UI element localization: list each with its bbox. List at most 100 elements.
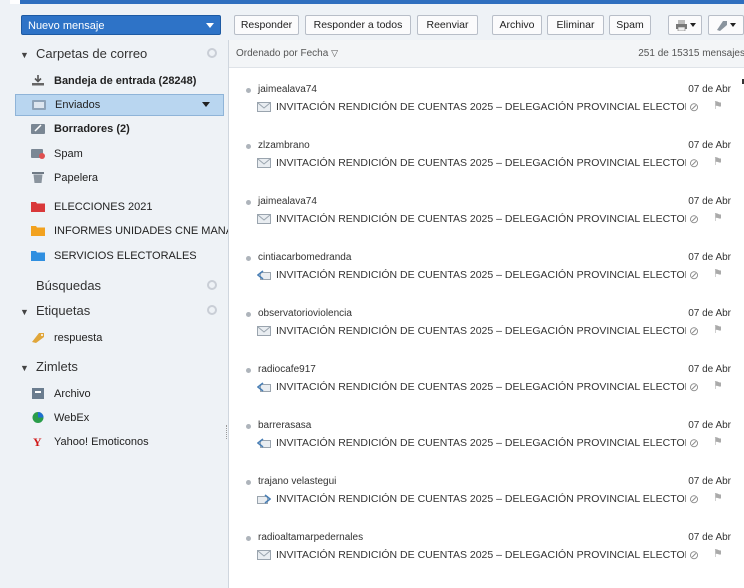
chevron-down-icon[interactable]: [202, 102, 210, 107]
collapse-triangle-icon[interactable]: ▼: [20, 307, 30, 317]
message-list: Ordenado por Fecha ▽ 251 de 15315 mensaj…: [228, 40, 744, 588]
tag-label: respuesta: [54, 332, 103, 344]
drafts-icon: [31, 124, 45, 134]
archive-button[interactable]: Archivo: [492, 15, 542, 35]
forwarded-mail-icon: [257, 494, 271, 504]
unread-dot-icon[interactable]: [246, 144, 251, 149]
spam-icon: [31, 149, 45, 159]
unread-dot-icon[interactable]: [246, 256, 251, 261]
gear-icon[interactable]: [207, 280, 217, 290]
flag-icon[interactable]: ⚑: [713, 491, 723, 504]
message-sender: radioaltamarpedernales: [258, 532, 364, 543]
message-subject: INVITACIÓN RENDICIÓN DE CUENTAS 2025 – D…: [276, 213, 686, 225]
folder-sent[interactable]: Enviados: [15, 94, 224, 116]
replied-mail-icon: [257, 438, 271, 448]
unread-dot-icon[interactable]: [246, 424, 251, 429]
folder-inbox[interactable]: Bandeja de entrada (28248): [15, 70, 224, 92]
message-subject: INVITACIÓN RENDICIÓN DE CUENTAS 2025 – D…: [276, 437, 686, 449]
folder-label: ELECCIONES 2021: [54, 201, 153, 213]
flag-icon[interactable]: ⚑: [713, 267, 723, 280]
zimlets-header[interactable]: ▼ Zimlets: [20, 359, 78, 374]
folder-trash[interactable]: Papelera: [15, 167, 224, 189]
sent-folder-icon: [32, 100, 46, 110]
folder-elecciones-2021[interactable]: ELECCIONES 2021: [15, 196, 224, 218]
message-row[interactable]: trajano velastegui 07 de Abr INVITACIÓN …: [229, 470, 744, 526]
message-row[interactable]: cintiacarbomedranda 07 de Abr INVITACIÓN…: [229, 246, 744, 302]
flag-icon[interactable]: ⚑: [713, 547, 723, 560]
reply-button[interactable]: Responder: [234, 15, 299, 35]
delete-button[interactable]: Eliminar: [547, 15, 604, 35]
message-sender: trajano velastegui: [258, 476, 337, 487]
message-row[interactable]: barrerasasa 07 de Abr INVITACIÓN RENDICI…: [229, 414, 744, 470]
tag-respuesta[interactable]: respuesta: [15, 327, 224, 349]
top-accent-bar: [10, 0, 744, 4]
collapse-triangle-icon[interactable]: ▼: [20, 363, 30, 373]
folder-label: SERVICIOS ELECTORALES: [54, 250, 197, 262]
message-row[interactable]: radioaltamarpedernales 07 de Abr INVITAC…: [229, 526, 744, 582]
message-row[interactable]: observatorioviolencia 07 de Abr INVITACI…: [229, 302, 744, 358]
folder-drafts[interactable]: Borradores (2): [15, 118, 224, 140]
message-row[interactable]: jaimealava74 07 de Abr INVITACIÓN RENDIC…: [229, 190, 744, 246]
folder-label: INFORMES UNIDADES CNE MANABI: [54, 225, 244, 237]
sort-selector[interactable]: Ordenado por Fecha ▽: [236, 48, 338, 59]
zimlet-yahoo-emoticonos[interactable]: Y Yahoo! Emoticonos: [15, 431, 224, 453]
unread-dot-icon[interactable]: [246, 88, 251, 93]
flag-icon[interactable]: ⚑: [713, 99, 723, 112]
flag-icon[interactable]: ⚑: [713, 155, 723, 168]
read-mail-icon: [257, 158, 271, 168]
attachment-icon: ⊘: [689, 492, 700, 506]
collapse-triangle-icon[interactable]: ▼: [20, 50, 30, 60]
trash-icon: [32, 172, 44, 183]
message-row[interactable]: radiocafe917 07 de Abr INVITACIÓN RENDIC…: [229, 358, 744, 414]
flag-icon[interactable]: ⚑: [713, 211, 723, 224]
message-subject: INVITACIÓN RENDICIÓN DE CUENTAS 2025 – D…: [276, 101, 686, 113]
sidebar: Nuevo mensaje ▼ Carpetas de correo Bandej…: [0, 0, 243, 588]
unread-dot-icon[interactable]: [246, 368, 251, 373]
reply-all-button[interactable]: Responder a todos: [305, 15, 411, 35]
zimlet-label: Yahoo! Emoticonos: [54, 436, 149, 448]
message-row[interactable]: zlzambrano 07 de Abr INVITACIÓN RENDICIÓ…: [229, 134, 744, 190]
folder-informes-unidades[interactable]: INFORMES UNIDADES CNE MANABI: [15, 220, 243, 242]
message-sender: jaimealava74: [258, 84, 317, 95]
archive-icon: [32, 388, 44, 399]
spam-button[interactable]: Spam: [609, 15, 651, 35]
folders-header[interactable]: ▼ Carpetas de correo: [20, 46, 147, 61]
unread-dot-icon[interactable]: [246, 312, 251, 317]
searches-header[interactable]: Búsquedas: [36, 278, 101, 293]
attachment-icon: ⊘: [689, 548, 700, 562]
zimlet-webex[interactable]: WebEx: [15, 407, 224, 429]
print-menu-button[interactable]: [668, 15, 702, 35]
flag-icon[interactable]: ⚑: [713, 323, 723, 336]
svg-text:Y: Y: [33, 436, 42, 447]
message-sender: zlzambrano: [258, 140, 310, 151]
message-subject: INVITACIÓN RENDICIÓN DE CUENTAS 2025 – D…: [276, 325, 686, 337]
message-row[interactable]: jaimealava74 07 de Abr INVITACIÓN RENDIC…: [229, 78, 744, 134]
new-message-button[interactable]: Nuevo mensaje: [21, 15, 221, 35]
yahoo-icon: Y: [33, 436, 42, 447]
attachment-icon: ⊘: [689, 100, 700, 114]
read-mail-icon: [257, 326, 271, 336]
folder-spam[interactable]: Spam: [15, 143, 224, 165]
flag-icon[interactable]: ⚑: [713, 379, 723, 392]
top-accent-gap: [10, 0, 20, 4]
message-date: 07 de Abr: [688, 476, 731, 487]
chevron-down-icon[interactable]: [206, 23, 214, 28]
print-icon: [675, 19, 687, 32]
zimlet-archivo[interactable]: Archivo: [15, 383, 224, 405]
forward-button[interactable]: Reenviar: [417, 15, 478, 35]
read-mail-icon: [257, 550, 271, 560]
unread-dot-icon[interactable]: [246, 480, 251, 485]
chevron-down-icon: [730, 23, 736, 28]
tags-header[interactable]: ▼ Etiquetas: [20, 303, 90, 318]
folder-red-icon: [31, 202, 45, 212]
gear-icon[interactable]: [207, 48, 217, 58]
unread-dot-icon[interactable]: [246, 200, 251, 205]
unread-dot-icon[interactable]: [246, 536, 251, 541]
message-date: 07 de Abr: [688, 364, 731, 375]
flag-icon[interactable]: ⚑: [713, 435, 723, 448]
tag-menu-button[interactable]: [708, 15, 744, 35]
gear-icon[interactable]: [207, 305, 217, 315]
folder-servicios-electorales[interactable]: SERVICIOS ELECTORALES: [15, 245, 224, 267]
tag-icon: [32, 333, 44, 343]
message-subject: INVITACIÓN RENDICIÓN DE CUENTAS 2025 – D…: [276, 549, 686, 561]
